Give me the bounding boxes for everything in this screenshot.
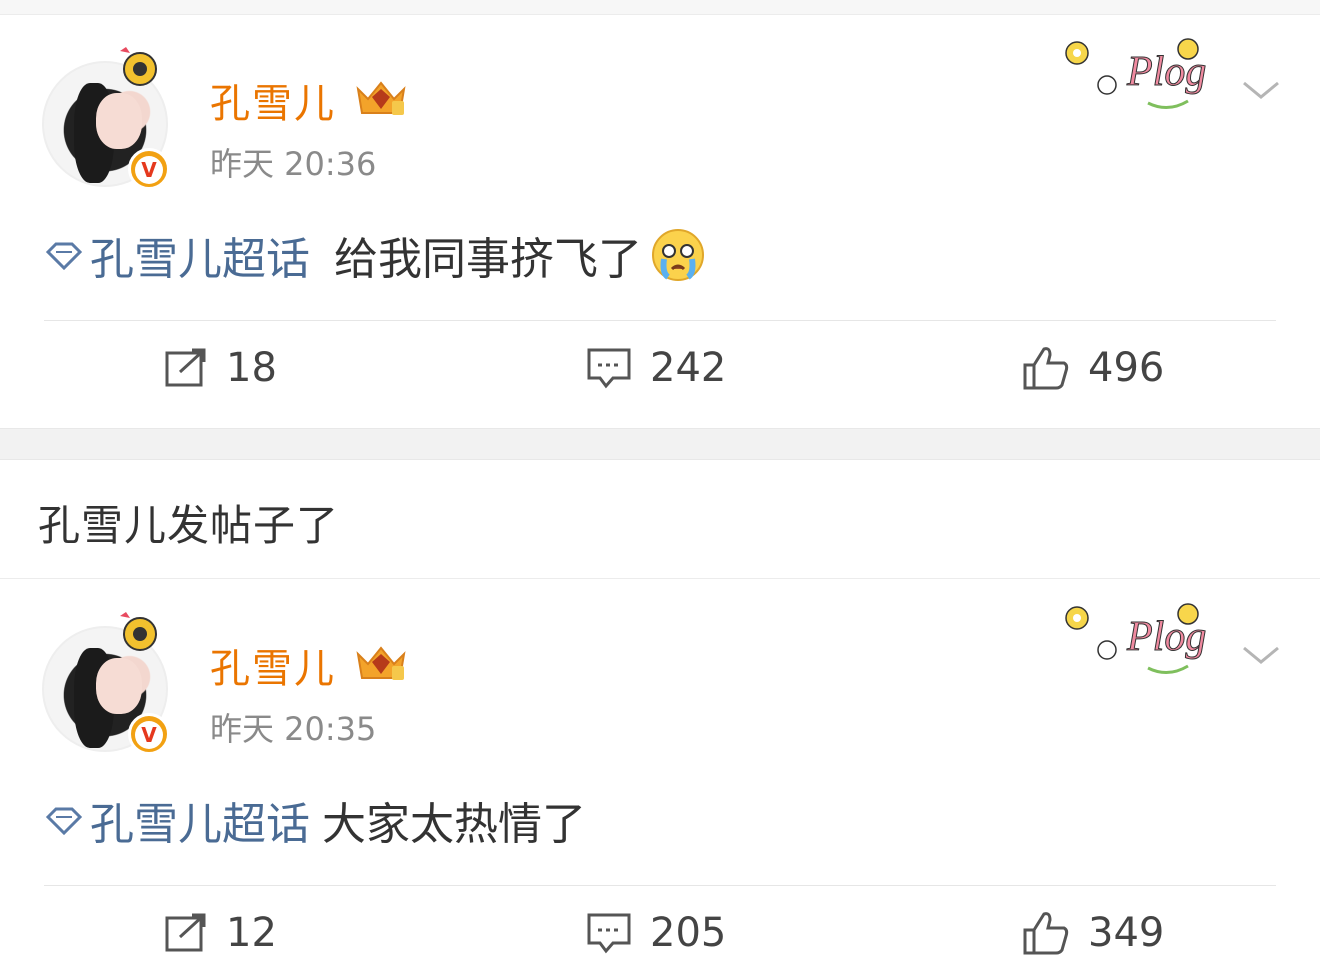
share-icon xyxy=(165,913,206,952)
crying-emoji-icon xyxy=(652,229,704,281)
plog-sticker: Plog xyxy=(1065,603,1207,674)
comment-icon xyxy=(587,348,631,389)
post-gap xyxy=(0,428,1320,460)
share-icon xyxy=(165,348,206,387)
share-count: 18 xyxy=(226,345,277,391)
post-time: 昨天 20:36 xyxy=(210,145,377,183)
topic-link[interactable]: 孔雪儿超话 xyxy=(90,788,310,852)
verified-badge: V xyxy=(128,148,170,190)
avatar-decoration-icon xyxy=(120,47,157,86)
username[interactable]: 孔雪儿 xyxy=(210,71,336,129)
like-count: 496 xyxy=(1088,345,1165,391)
like-count: 349 xyxy=(1088,910,1165,956)
weibo-post[interactable]: V 孔雪儿 昨天 20:36 Plog 孔雪儿超话 给我同事挤飞了 18 242… xyxy=(0,15,1320,427)
crown-badge-icon xyxy=(356,81,406,115)
post-text: 大家太热情了 xyxy=(322,799,586,850)
chevron-down-icon[interactable] xyxy=(1240,642,1282,668)
share-button[interactable]: 18 xyxy=(164,345,277,391)
like-icon xyxy=(1023,912,1069,955)
post-text: 给我同事挤飞了 xyxy=(334,234,642,285)
weibo-post[interactable]: V 孔雪儿 昨天 20:35 Plog 孔雪儿超话 大家太热情了 12 205 … xyxy=(0,580,1320,960)
post-divider xyxy=(44,885,1276,886)
share-button[interactable]: 12 xyxy=(164,910,277,956)
like-button[interactable]: 349 xyxy=(1022,910,1164,956)
comment-count: 242 xyxy=(650,345,727,391)
topic-diamond-icon xyxy=(45,242,83,270)
action-bar: 18 242 496 xyxy=(0,345,1320,405)
action-bar: 12 205 349 xyxy=(0,910,1320,970)
post-content: 孔雪儿超话 大家太热情了 xyxy=(44,788,586,852)
plog-sticker: Plog xyxy=(1065,38,1207,109)
comment-icon xyxy=(587,913,631,954)
topic-diamond-icon xyxy=(45,807,83,835)
share-count: 12 xyxy=(226,910,277,956)
chevron-down-icon[interactable] xyxy=(1240,77,1282,103)
crown-badge-icon xyxy=(356,646,406,680)
comment-button[interactable]: 205 xyxy=(586,910,726,956)
like-button[interactable]: 496 xyxy=(1022,345,1164,391)
top-separator xyxy=(0,0,1320,15)
post-time: 昨天 20:35 xyxy=(210,710,377,748)
avatar-decoration-icon xyxy=(120,612,157,651)
verified-badge: V xyxy=(128,713,170,755)
comment-count: 205 xyxy=(650,910,727,956)
like-icon xyxy=(1023,347,1069,390)
section-divider xyxy=(0,578,1320,579)
username[interactable]: 孔雪儿 xyxy=(210,636,336,694)
post-content: 孔雪儿超话 给我同事挤飞了 xyxy=(44,223,706,287)
comment-button[interactable]: 242 xyxy=(586,345,726,391)
topic-link[interactable]: 孔雪儿超话 xyxy=(90,223,310,287)
post-divider xyxy=(44,320,1276,321)
section-header: 孔雪儿发帖子了 xyxy=(38,501,340,550)
